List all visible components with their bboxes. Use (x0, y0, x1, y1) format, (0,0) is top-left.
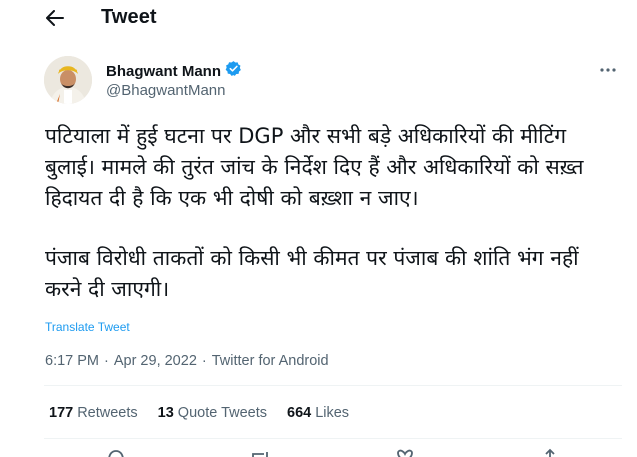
retweets-label: Retweets (77, 405, 138, 421)
likes-stat[interactable]: 664 Likes (287, 405, 349, 421)
tweet-stats: 177 Retweets 13 Quote Tweets 664 Likes (49, 405, 349, 421)
retweets-count: 177 (49, 405, 74, 421)
quote-tweets-label: Quote Tweets (177, 405, 267, 421)
page-title: Tweet (101, 6, 157, 28)
translate-tweet-link[interactable]: Translate Tweet (45, 320, 130, 334)
divider (44, 438, 622, 439)
quote-tweets-count: 13 (157, 405, 174, 421)
tweet-date[interactable]: Apr 29, 2022 (114, 353, 197, 369)
back-arrow-icon[interactable] (40, 6, 70, 30)
meta-separator: · (104, 353, 109, 369)
quote-tweets-stat[interactable]: 13 Quote Tweets (158, 405, 267, 421)
user-handle[interactable]: @BhagwantMann (106, 82, 225, 99)
tweet-paragraph-2: पंजाब विरोधी ताकतों को किसी भी कीमत पर प… (45, 246, 579, 301)
tweet-time[interactable]: 6:17 PM (45, 353, 99, 369)
verified-badge-icon (225, 60, 242, 82)
tweet-meta: 6:17 PM · Apr 29, 2022 · Twitter for And… (45, 353, 329, 369)
tweet-source[interactable]: Twitter for Android (212, 353, 329, 369)
retweets-stat[interactable]: 177 Retweets (49, 405, 138, 421)
name-row: Bhagwant Mann (106, 60, 242, 82)
divider (44, 385, 622, 386)
share-icon[interactable] (539, 448, 561, 457)
retweet-icon[interactable] (250, 448, 272, 457)
more-options-icon[interactable] (594, 60, 622, 80)
tweet-actions (44, 448, 622, 457)
tweet-header: Tweet (0, 0, 622, 36)
likes-label: Likes (315, 405, 350, 421)
likes-count: 664 (287, 405, 312, 421)
tweet-text: पटियाला में हुई घटना पर DGP और सभी बड़े … (45, 121, 615, 305)
meta-separator: · (201, 353, 207, 369)
avatar[interactable] (44, 56, 92, 104)
reply-icon[interactable] (105, 448, 127, 457)
like-icon[interactable] (394, 448, 416, 457)
tweet-paragraph-1: पटियाला में हुई घटना पर DGP और सभी बड़े … (45, 124, 584, 210)
display-name[interactable]: Bhagwant Mann (106, 63, 221, 80)
tweet-author: Bhagwant Mann @BhagwantMann (44, 56, 622, 106)
